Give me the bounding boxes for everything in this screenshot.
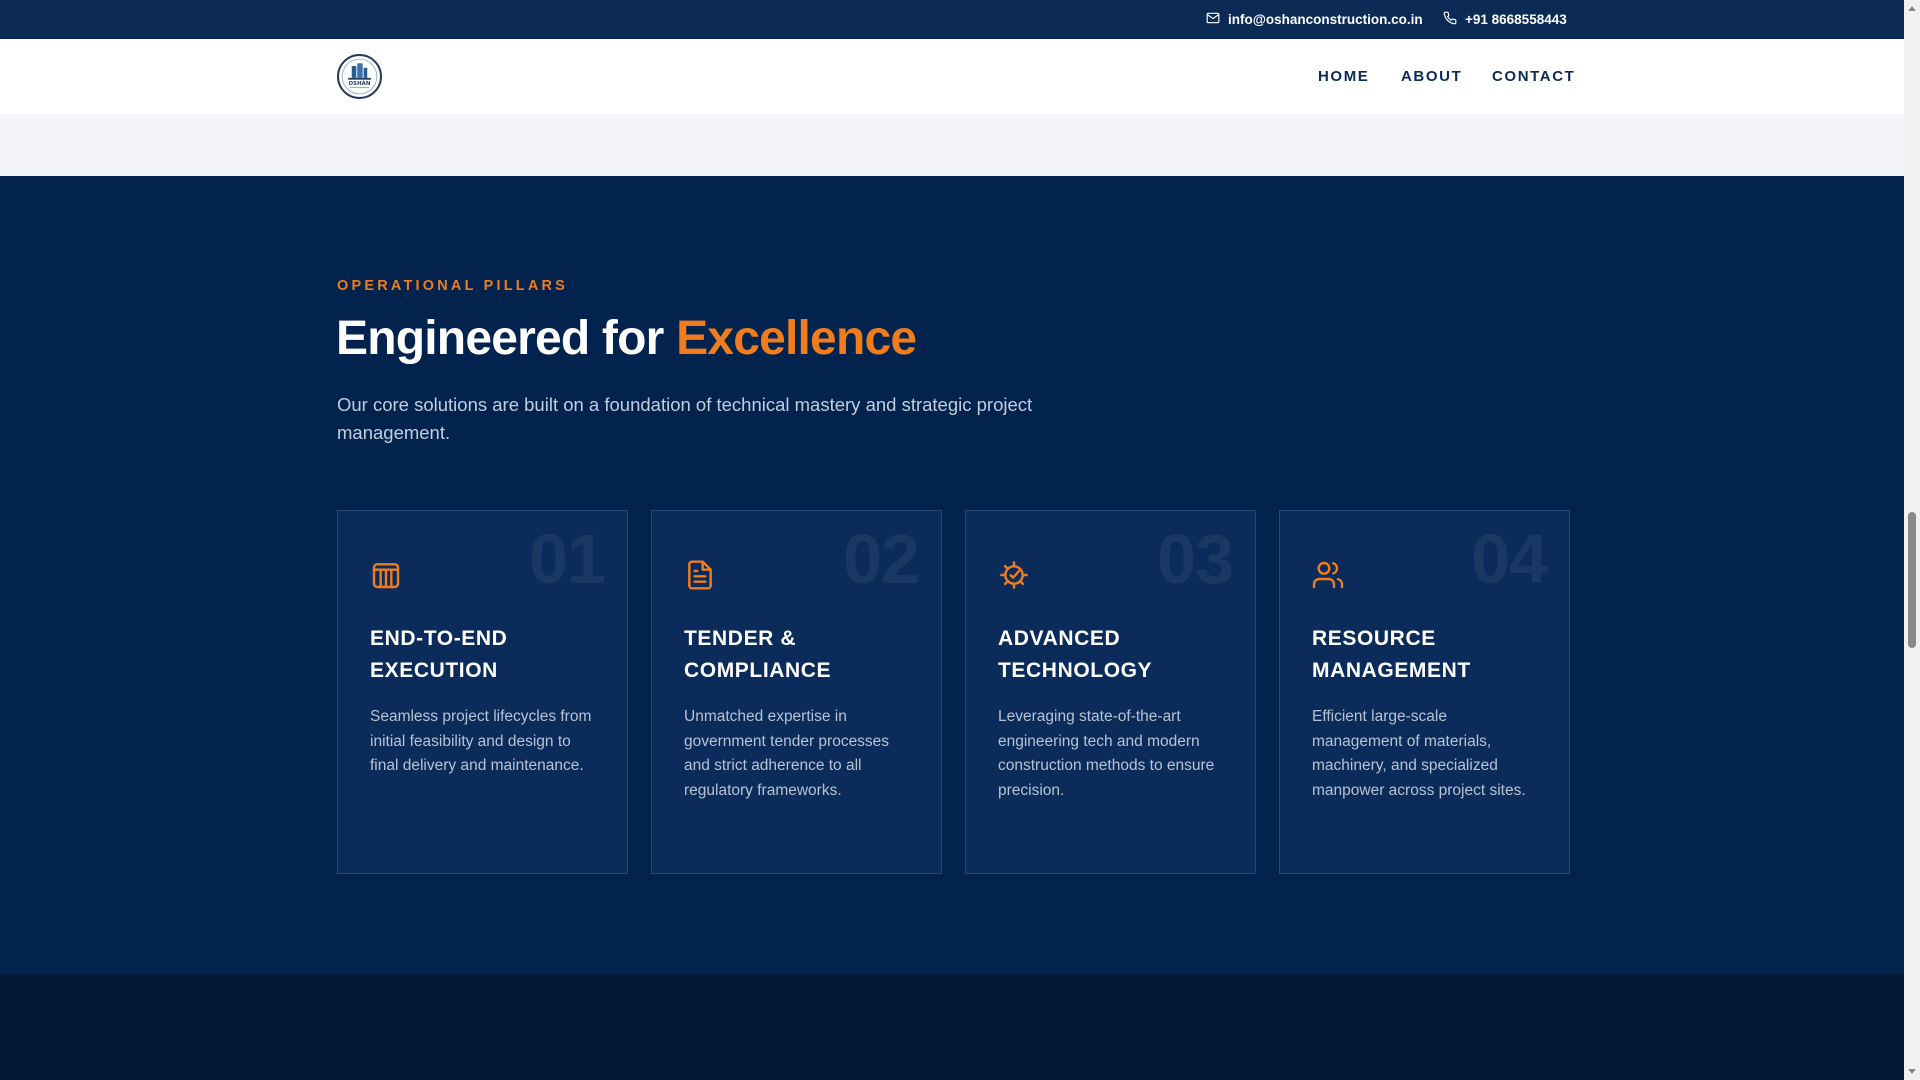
pillar-card-tender: 02 Tender & Compliance Unmatched experti… <box>651 510 942 874</box>
section-heading: Engineered for Excellence <box>336 311 917 366</box>
card-number: 02 <box>843 520 920 598</box>
document-icon <box>684 559 716 591</box>
company-logo[interactable]: OSHAN <box>337 54 382 99</box>
main-navbar: OSHAN HOME ABOUT CONTACT <box>0 39 1904 114</box>
card-description: Efficient large-scale management of mate… <box>1312 708 1526 799</box>
phone-text: +91 8668558443 <box>1465 12 1567 27</box>
nav-contact[interactable]: CONTACT <box>1492 39 1575 114</box>
card-title: Resource Management <box>1312 627 1471 682</box>
pillar-card-technology: 03 Advanced Technology Leveraging state-… <box>965 510 1256 874</box>
card-title: End-to-End Execution <box>370 627 508 682</box>
card-title: Tender & Compliance <box>684 627 832 682</box>
users-icon <box>1312 559 1344 591</box>
page-scrollbar[interactable] <box>1904 0 1920 1080</box>
card-number: 04 <box>1471 520 1548 598</box>
logo-emblem-icon: OSHAN <box>341 58 378 95</box>
card-title: Advanced Technology <box>998 627 1153 682</box>
gear-check-icon <box>998 559 1030 591</box>
scroll-down-icon[interactable] <box>1908 1069 1916 1074</box>
nav-home[interactable]: HOME <box>1318 39 1369 114</box>
svg-text:OSHAN: OSHAN <box>349 81 371 87</box>
scroll-up-icon[interactable] <box>1908 6 1916 11</box>
heading-accent: Excellence <box>676 312 917 365</box>
card-number: 01 <box>529 520 606 598</box>
card-description: Unmatched expertise in government tender… <box>684 708 890 799</box>
scrollbar-thumb[interactable] <box>1908 512 1916 648</box>
section-eyebrow: OPERATIONAL PILLARS <box>337 278 569 294</box>
card-description: Leveraging state-of-the-art engineering … <box>998 708 1215 799</box>
email-link[interactable]: info@oshanconstruction.co.in <box>1206 0 1423 39</box>
next-section-dark <box>0 974 1904 1080</box>
phone-icon <box>1443 11 1457 28</box>
top-contact-bar: info@oshanconstruction.co.in +91 8668558… <box>0 0 1904 39</box>
section-subtitle: Our core solutions are built on a founda… <box>337 394 1033 443</box>
operational-pillars-section: OPERATIONAL PILLARS Engineered for Excel… <box>0 176 1904 974</box>
previous-section-edge <box>0 114 1904 176</box>
card-number: 03 <box>1157 520 1234 598</box>
pillars-building-icon <box>370 559 402 591</box>
nav-about[interactable]: ABOUT <box>1401 39 1462 114</box>
pillar-card-execution: 01 End-to-End Execution Seamless project… <box>337 510 628 874</box>
card-description: Seamless project lifecycles from initial… <box>370 708 592 774</box>
heading-main: Engineered for <box>336 312 664 365</box>
email-text: info@oshanconstruction.co.in <box>1228 12 1423 27</box>
pillar-card-resources: 04 Resource Management Efficient large-s… <box>1279 510 1570 874</box>
mail-icon <box>1206 11 1220 28</box>
phone-link[interactable]: +91 8668558443 <box>1443 0 1567 39</box>
